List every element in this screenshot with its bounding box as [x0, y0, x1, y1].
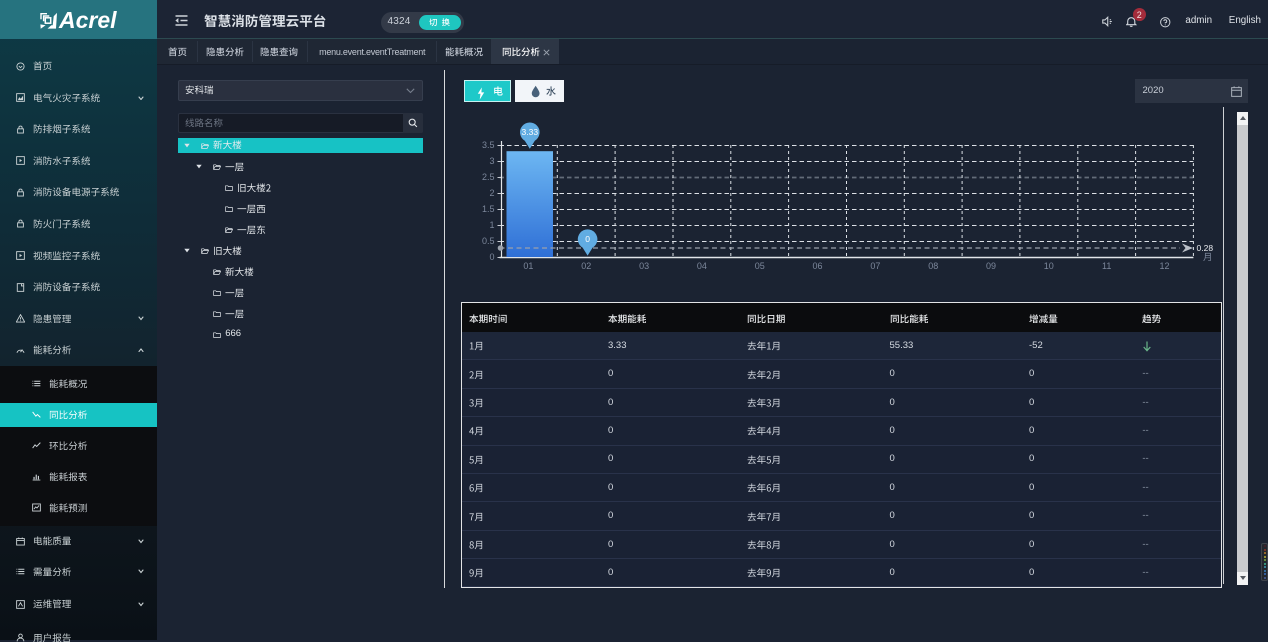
svg-text:06: 06 — [812, 261, 822, 271]
svg-text:07: 07 — [870, 261, 880, 271]
svg-text:1.5: 1.5 — [482, 204, 495, 214]
svg-text:2: 2 — [489, 188, 494, 198]
svg-text:10: 10 — [1044, 261, 1054, 271]
svg-text:08: 08 — [928, 261, 938, 271]
svg-text:05: 05 — [755, 261, 765, 271]
svg-text:0: 0 — [489, 252, 494, 262]
svg-text:09: 09 — [986, 261, 996, 271]
svg-text:3.5: 3.5 — [482, 140, 495, 150]
svg-text:04: 04 — [697, 261, 707, 271]
svg-text:1: 1 — [489, 220, 494, 230]
svg-text:0: 0 — [585, 234, 590, 244]
svg-text:3: 3 — [489, 156, 494, 166]
svg-text:12: 12 — [1159, 261, 1169, 271]
svg-text:0.5: 0.5 — [482, 236, 495, 246]
svg-text:3.33: 3.33 — [522, 127, 539, 137]
svg-text:2.5: 2.5 — [482, 172, 495, 182]
svg-text:03: 03 — [639, 261, 649, 271]
svg-text:01: 01 — [523, 261, 533, 271]
svg-text:11: 11 — [1102, 261, 1111, 271]
svg-text:02: 02 — [581, 261, 591, 271]
